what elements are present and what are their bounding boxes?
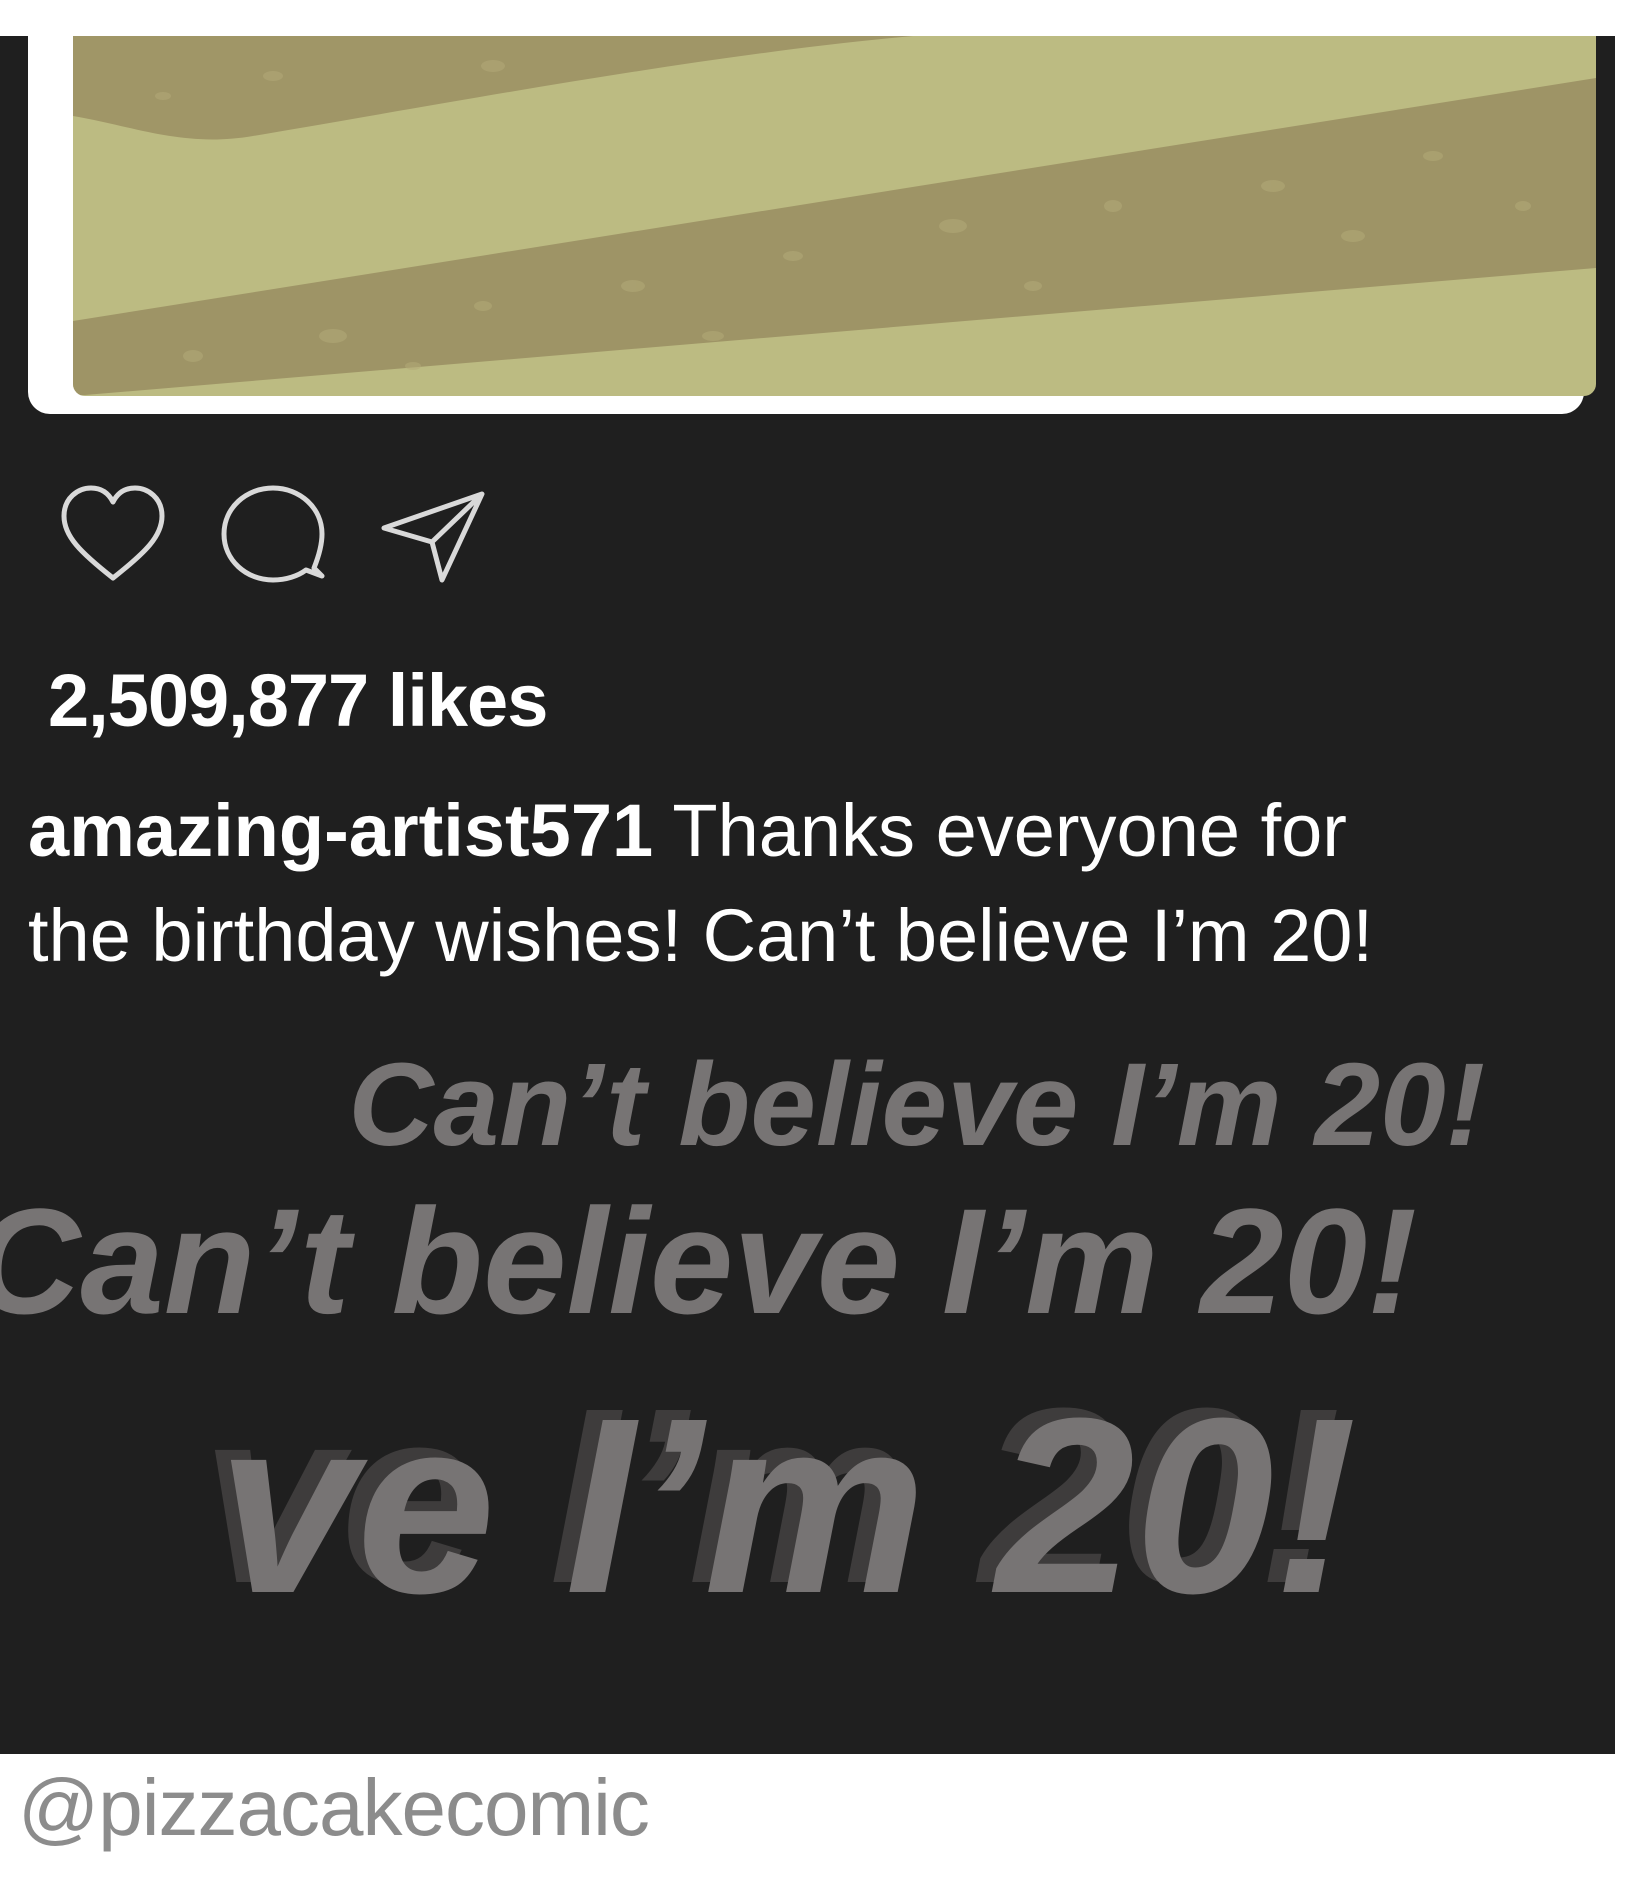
echo-text-large: ve I’m 20! (217, 1366, 1357, 1645)
echo-text-small: Can’t believe I’m 20! (348, 1039, 1485, 1171)
post-photo[interactable] (73, 36, 1596, 396)
share-icon[interactable] (378, 480, 488, 590)
caption-text-line2: the birthday wishes! Can’t believe I’m 2… (28, 894, 1374, 977)
comment-icon[interactable] (218, 480, 328, 590)
heart-icon[interactable] (58, 480, 168, 590)
caption-text-line1: Thanks everyone for (653, 789, 1347, 872)
post-actions (58, 480, 488, 590)
artist-watermark: @pizzacakecomic (18, 1763, 650, 1852)
post-panel: 2,509,877 likes amazing-artist571 Thanks… (0, 36, 1615, 1754)
post-photo-frame (28, 36, 1596, 414)
likes-count[interactable]: 2,509,877 likes (48, 658, 548, 743)
echo-text-medium: Can’t believe I’m 20! (0, 1177, 1417, 1345)
caption-username[interactable]: amazing-artist571 (28, 789, 653, 872)
cake-slice-illustration (73, 36, 1596, 396)
post-caption: amazing-artist571 Thanks everyone for th… (28, 778, 1598, 988)
